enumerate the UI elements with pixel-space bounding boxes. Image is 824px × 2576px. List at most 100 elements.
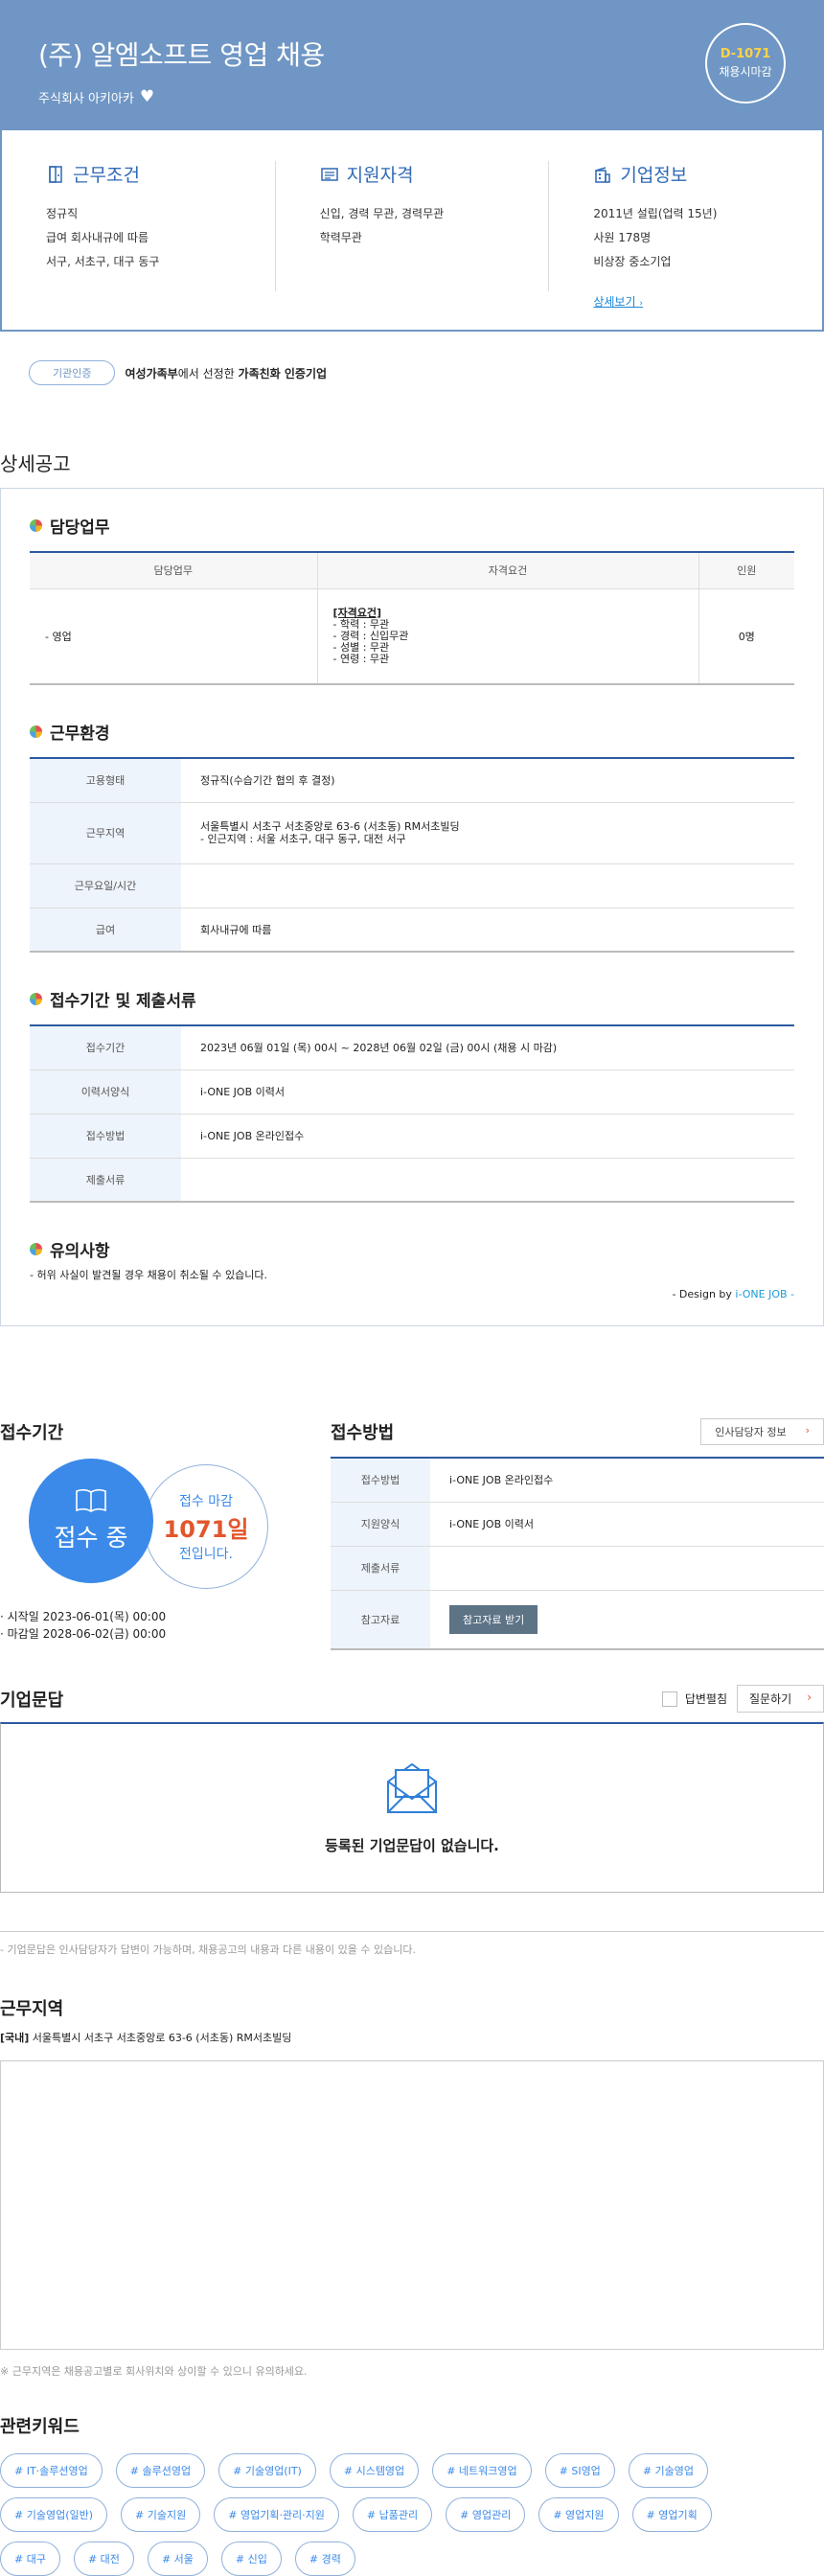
location-note: ※ 근무지역은 채용공고별로 회사위치와 상이할 수 있으니 유의하세요. <box>0 2365 308 2378</box>
design-brand[interactable]: i-ONE JOB <box>735 1288 787 1300</box>
keyword-chip[interactable]: # 납품관리 <box>352 2497 433 2532</box>
keyword-chip[interactable]: # 시스템영업 <box>329 2453 420 2488</box>
row-value: 2023년 06월 01일 (목) 00시 ~ 2028년 06월 02일 (금… <box>181 1025 794 1070</box>
building-icon <box>595 166 611 183</box>
row-value: 정규직(수습기간 협의 후 결정) <box>181 758 794 803</box>
qa-footnote: - 기업문답은 인사담당자가 답변이 가능하며, 채용공고의 내용과 다른 내용… <box>0 1931 824 1957</box>
answer-toggle[interactable]: 답변펼침 <box>661 1690 728 1708</box>
color-dot-icon <box>30 725 42 738</box>
keyword-chip[interactable]: # 기술영업 <box>628 2453 709 2488</box>
answer-checkbox[interactable] <box>661 1691 677 1708</box>
keyword-chip[interactable]: # 기술영업(IT) <box>218 2453 316 2488</box>
info-line: 서구, 서초구, 대구 동구 <box>46 255 160 268</box>
col-header: 인원 <box>698 551 794 589</box>
keyword-chip[interactable]: # 대구 <box>0 2542 60 2576</box>
location-text: 서울특별시 서초구 서초중앙로 63-6 (서초동) RM서초빌딩 <box>29 2032 292 2044</box>
keyword-chip[interactable]: # 경력 <box>294 2542 355 2576</box>
work-conditions-heading: 근무조건 <box>46 161 231 187</box>
qualifications: 지원자격 신입, 경력 무관, 경력무관 학력무관 <box>276 161 550 291</box>
keyword-chip[interactable]: # 영업지원 <box>538 2497 619 2532</box>
qa-empty-box: 등록된 기업문답이 없습니다. <box>0 1722 824 1893</box>
period-table: 접수기간 2023년 06월 01일 (목) 00시 ~ 2028년 06월 02… <box>30 1024 794 1203</box>
envelope-icon <box>387 1762 437 1813</box>
keyword-chip[interactable]: # 영업관리 <box>446 2497 526 2532</box>
table-row: 급여 회사내규에 따름 <box>30 908 794 953</box>
env-table: 고용형태 정규직(수습기간 협의 후 결정) 근무지역 서울특별시 서초구 서초중앙… <box>30 757 794 953</box>
keyword-chip[interactable]: # 기술지원 <box>121 2497 201 2532</box>
qa-heading: 기업문답 답변펼침 질문하기 › <box>0 1685 824 1713</box>
row-label: 접수방법 <box>30 1114 181 1159</box>
row-value: i-ONE JOB 온라인접수 <box>181 1114 794 1159</box>
table-row: 참고자료 참고자료 받기 <box>331 1590 824 1650</box>
job-title: (주) 알엠소프트 영업 채용 <box>38 39 325 71</box>
cert-agency: 여성가족부 <box>125 366 178 380</box>
deadline-circle: 접수 마감 1071일 전입니다. <box>144 1464 268 1589</box>
job-header: (주) 알엠소프트 영업 채용 주식회사 아키아카 ♥ D-1071 채용시마감 <box>0 0 824 130</box>
info-line: 비상장 중소기업 <box>593 255 672 268</box>
table-row: 접수방법 i-ONE JOB 온라인접수 <box>30 1114 794 1159</box>
table-row: 근무지역 서울특별시 서초구 서초중앙로 63-6 (서초동) RM서초빌딩 - 인… <box>30 802 794 864</box>
hr-info-button[interactable]: 인사담당자 정보 › <box>700 1418 824 1445</box>
qa-actions: 답변펼침 질문하기 › <box>661 1685 824 1713</box>
keyword-chip[interactable]: # 솔루션영업 <box>115 2453 206 2488</box>
row-value <box>181 1158 794 1203</box>
ask-question-button[interactable]: 질문하기 › <box>737 1685 824 1713</box>
status-text: 접수 중 <box>54 1524 128 1552</box>
color-dot-icon <box>30 993 42 1005</box>
keyword-chip[interactable]: # 네트워크영업 <box>432 2453 532 2488</box>
table-row: 제출서류 <box>30 1158 794 1203</box>
chevron-right-icon: › <box>807 1690 812 1704</box>
row-label: 지원양식 <box>331 1502 430 1547</box>
table-row: 접수방법 i-ONE JOB 온라인접수 <box>331 1458 824 1503</box>
info-line: 사원 178명 <box>593 231 652 244</box>
heart-icon[interactable]: ♥ <box>140 89 154 105</box>
company-detail-link[interactable]: 상세보기 › <box>593 293 643 310</box>
qualifications-heading: 지원자격 <box>320 161 505 187</box>
design-suffix: - <box>787 1288 794 1300</box>
row-label: 근무요일/시간 <box>30 863 181 908</box>
chevron-right-icon: › <box>805 1424 810 1437</box>
apply-period-title: 접수기간 <box>0 1423 64 1443</box>
download-reference-button[interactable]: 참고자료 받기 <box>449 1604 538 1634</box>
duties-heading: 담당업무 <box>30 514 794 538</box>
detail-box: 담당업무 담당업무 자격요건 인원 - 영업 [자격요건] - 학력 : 무관 … <box>0 488 824 1326</box>
table-row: - 영업 [자격요건] - 학력 : 무관 - 경력 : 신입무관 - 성별 :… <box>30 588 794 685</box>
keyword-chip[interactable]: # SI영업 <box>544 2453 615 2488</box>
cert-mid: 에서 선정한 <box>177 366 239 380</box>
days-left: 1071일 <box>163 1515 249 1543</box>
location-tag: [국내] <box>0 2032 30 2044</box>
company-info-title: 기업정보 <box>620 165 688 186</box>
req-line: - 연령 : 무관 <box>332 652 390 665</box>
apply-method-heading: 접수방법 인사담당자 정보 › <box>331 1418 824 1445</box>
keyword-chip[interactable]: # 신입 <box>220 2542 282 2576</box>
caution-title: 유의사항 <box>50 1242 110 1261</box>
keyword-chip[interactable]: # 대전 <box>73 2542 134 2576</box>
row-label: 제출서류 <box>30 1158 181 1203</box>
table-row: 이력서양식 i-ONE JOB 이력서 <box>30 1070 794 1115</box>
info-line: 2011년 설립(업력 15년) <box>593 207 718 220</box>
req-title: [자격요건] <box>332 606 382 619</box>
requirements-cell: [자격요건] - 학력 : 무관 - 경력 : 신입무관 - 성별 : 무관 -… <box>317 588 699 685</box>
deadline-label: 접수 마감 <box>179 1493 233 1509</box>
keyword-chip[interactable]: # 기술영업(일반) <box>0 2497 108 2532</box>
answer-toggle-label: 답변펼침 <box>684 1691 728 1706</box>
work-conditions-title: 근무조건 <box>73 165 140 186</box>
door-icon <box>49 165 62 183</box>
company-name[interactable]: 주식회사 아키아카 <box>38 88 134 106</box>
start-date: · 시작일 2023-06-01(목) 00:00 <box>0 1610 167 1623</box>
address-line: 서울특별시 서초구 서초중앙로 63-6 (서초동) RM서초빌딩 <box>200 820 460 833</box>
keyword-chip[interactable]: # 서울 <box>147 2542 208 2576</box>
req-line: - 학력 : 무관 <box>332 617 390 631</box>
req-line: - 경력 : 신입무관 <box>332 629 409 642</box>
env-title: 근무환경 <box>50 724 110 744</box>
col-header: 자격요건 <box>317 551 699 589</box>
keyword-chip[interactable]: # 영업기획 <box>631 2497 712 2532</box>
keyword-chip[interactable]: # IT·솔루션영업 <box>0 2453 103 2488</box>
keyword-chip[interactable]: # 영업기획·관리·지원 <box>214 2497 339 2532</box>
row-value <box>430 1546 824 1591</box>
row-label: 이력서양식 <box>30 1070 181 1115</box>
end-date: · 마감일 2028-06-02(금) 00:00 <box>0 1627 167 1641</box>
keywords-title: 관련키워드 <box>0 2417 80 2437</box>
apply-dates: · 시작일 2023-06-01(목) 00:00 · 마감일 2028-06-… <box>0 1608 287 1643</box>
map-area[interactable] <box>0 2060 824 2350</box>
